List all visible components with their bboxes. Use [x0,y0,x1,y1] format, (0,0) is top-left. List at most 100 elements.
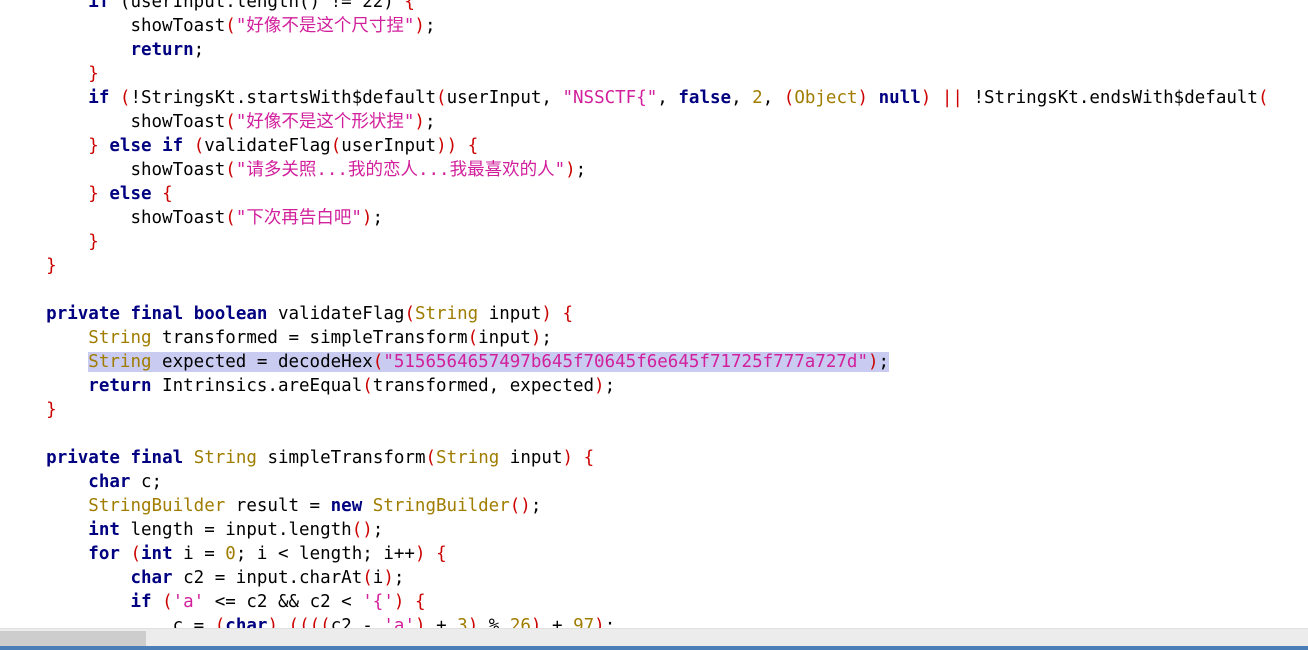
code-line[interactable]: } else if (validateFlag(userInput)) { [4,134,1269,158]
bracket-token: ) [414,544,426,564]
keyword-token: char [88,472,131,492]
code-line[interactable]: showToast("下次再告白吧"); [4,206,1269,230]
keyword-token: if [88,88,110,108]
code-line[interactable] [4,278,1269,302]
code-line[interactable]: showToast("好像不是这个形状捏"); [4,110,1269,134]
code-token: transformed, expected [372,376,595,396]
code-line[interactable]: if (!StringsKt.startsWith$default(userIn… [4,86,1268,110]
bracket-token: ) [383,568,394,588]
bracket-token: ( [362,376,373,396]
type-token: 97 [573,616,595,628]
code-token: input [499,448,563,468]
code-line[interactable]: int length = input.length(); [4,518,1269,542]
code-line[interactable]: } else { [4,182,1269,206]
bracket-token: ) [867,352,879,372]
code-token: ; [541,328,552,348]
string-literal: 'a' [172,592,205,612]
code-line[interactable]: showToast("好像不是这个尺寸捏"); [4,14,1269,38]
string-literal: "下次再告白吧" [235,208,362,228]
code-token: input [478,328,531,348]
code-token: ; [372,208,383,228]
bracket-token: ) [530,616,542,628]
code-line[interactable]: showToast("请多关照...我的恋人...我最喜欢的人"); [4,158,1269,182]
code-token: validateFlag [267,304,405,324]
code-token: <= c2 && c2 < [204,592,363,612]
code-line[interactable]: c = (char) ((((c2 - 'a') + 3) % 26) + 97… [4,614,1269,628]
code-token: ; [530,496,542,516]
bracket-token: ( [162,592,173,612]
code-token: , [657,88,679,108]
code-token: c2 - [330,616,384,628]
bracket-token: ( [783,88,795,108]
code-line[interactable]: return Intrinsics.areEqual(transformed, … [4,374,1269,398]
code-token: expected = decodeHex [151,352,373,372]
code-token: ; [604,616,616,628]
keyword-token: return [88,376,152,396]
code-token: ; [604,376,616,396]
type-token: String [436,448,500,468]
bracket-token: ( [425,448,437,468]
code-token: length = input.length [119,520,352,540]
bracket-token: } [88,232,99,252]
keyword-token: boolean [193,304,268,324]
code-token: i [372,568,384,588]
code-line[interactable]: } [4,398,1269,422]
keyword-token: char [130,568,173,588]
string-literal: "5156564657497b645f70645f6e645f71725f777… [383,352,868,372]
code-token: showToast [130,160,226,180]
bracket-token: { [162,184,173,204]
code-line[interactable]: return; [4,38,1269,62]
code-line[interactable]: for (int i = 0; i < length; i++) { [4,542,1269,566]
code-token: showToast [130,112,226,132]
bracket-token: } [88,184,99,204]
code-line[interactable] [4,422,1269,446]
code-line[interactable]: private final boolean validateFlag(Strin… [4,302,1269,326]
code-token: showToast [130,208,226,228]
bracket-token: } [88,136,99,156]
selection-highlight: String expected = decodeHex("51565646574… [88,352,890,372]
bracket-token: )) [436,136,458,156]
keyword-token: null [878,88,921,108]
code-line[interactable]: } [4,230,1269,254]
bracket-token: ( [330,136,342,156]
code-editor[interactable]: if (userInput.length() != 22) { showToas… [0,0,1308,628]
keyword-token: private [46,448,120,468]
code-line[interactable]: } [4,62,1269,86]
code-line-selected[interactable]: String expected = decodeHex("51565646574… [4,350,1269,374]
window-bottom-border [0,646,1308,650]
keyword-token: else [109,136,152,156]
bracket-token: || [941,88,963,108]
bracket-token: (((( [288,616,331,628]
bracket-token: ) [414,16,425,36]
keyword-token: final [130,448,184,468]
code-line[interactable]: if (userInput.length() != 22) { [4,0,1269,14]
code-line[interactable]: char c; [4,470,1269,494]
scrollbar-thumb[interactable] [0,631,146,647]
bracket-token: { [404,0,415,12]
code-line[interactable]: String transformed = simpleTransform(inp… [4,326,1269,350]
code-line[interactable]: StringBuilder result = new StringBuilder… [4,494,1269,518]
keyword-token: final [130,304,184,324]
code-token: userInput, [446,88,563,108]
code-line[interactable]: char c2 = input.charAt(i); [4,566,1269,590]
string-literal: 'a' [383,616,415,628]
code-token: ; [575,160,587,180]
type-token: 0 [225,544,236,564]
bracket-token: } [46,400,57,420]
code-token: + [425,616,458,628]
code-token: result = [225,496,331,516]
bracket-token: ) [361,208,373,228]
code-token: ; [372,520,384,540]
code-line[interactable]: private final String simpleTransform(Str… [4,446,1269,470]
code-line[interactable]: if ('a' <= c2 && c2 < '{') { [4,590,1269,614]
code-line[interactable]: } [4,254,1269,278]
code-token: c; [130,472,163,492]
